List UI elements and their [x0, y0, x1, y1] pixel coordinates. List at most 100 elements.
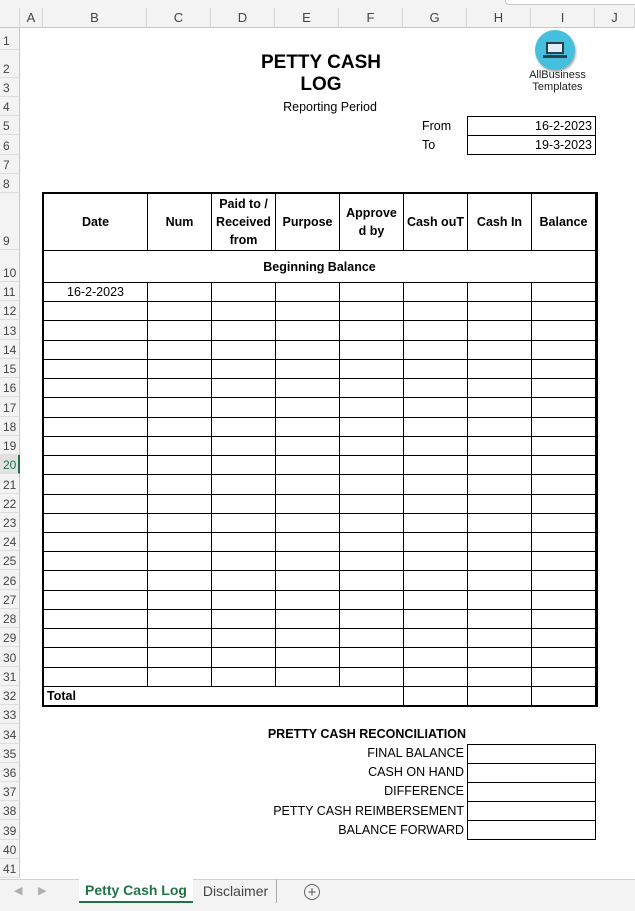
column-header-C[interactable]: C [147, 8, 211, 28]
table-cell[interactable] [275, 493, 340, 514]
table-cell[interactable] [531, 608, 596, 630]
table-cell[interactable] [147, 493, 212, 514]
table-cell[interactable] [147, 455, 212, 476]
table-cell[interactable] [211, 551, 276, 572]
table-cell[interactable] [275, 358, 340, 380]
table-cell[interactable] [339, 282, 404, 303]
table-cell[interactable]: 16-2-2023 [43, 282, 148, 303]
table-cell[interactable] [531, 455, 596, 476]
column-header-G[interactable]: G [403, 8, 467, 28]
scroll-right-icon[interactable]: ▶ [38, 884, 46, 897]
row-header-29[interactable]: 29 [0, 628, 20, 648]
table-cell[interactable] [531, 282, 596, 303]
row-header-31[interactable]: 31 [0, 666, 20, 686]
row-header-36[interactable]: 36 [0, 762, 20, 782]
table-cell[interactable] [211, 512, 276, 533]
column-header-J[interactable]: J [595, 8, 635, 28]
table-cell[interactable] [275, 589, 340, 610]
table-cell[interactable] [467, 608, 532, 630]
table-cell[interactable] [43, 493, 148, 514]
table-cell[interactable] [43, 435, 148, 457]
table-cell[interactable] [147, 282, 212, 303]
table-cell[interactable] [275, 474, 340, 495]
table-cell[interactable] [147, 301, 212, 322]
table-cell[interactable] [339, 435, 404, 457]
table-cell[interactable] [211, 608, 276, 630]
row-header-20[interactable]: 20 [0, 455, 20, 475]
table-cell[interactable] [403, 378, 468, 399]
table-cell[interactable] [211, 455, 276, 476]
table-cell[interactable] [275, 551, 340, 572]
table-cell[interactable] [467, 493, 532, 514]
table-cell[interactable] [339, 474, 404, 495]
table-cell[interactable] [403, 474, 468, 495]
row-header-28[interactable]: 28 [0, 608, 20, 629]
row-header-7[interactable]: 7 [0, 154, 20, 174]
table-cell[interactable] [467, 282, 532, 303]
table-cell[interactable] [147, 647, 212, 668]
table-cell[interactable] [43, 531, 148, 553]
row-header-2[interactable]: 2 [0, 50, 20, 78]
table-cell[interactable] [147, 339, 212, 360]
table-cell[interactable] [339, 416, 404, 437]
table-cell[interactable] [339, 358, 404, 380]
table-cell[interactable] [43, 397, 148, 418]
table-cell[interactable] [403, 628, 468, 649]
table-cell[interactable] [531, 339, 596, 360]
row-header-33[interactable]: 33 [0, 705, 20, 725]
table-cell[interactable] [147, 666, 212, 687]
table-cell[interactable] [275, 647, 340, 668]
table-cell[interactable] [339, 589, 404, 610]
table-cell[interactable] [531, 570, 596, 591]
table-cell[interactable] [211, 531, 276, 553]
table-cell[interactable] [211, 320, 276, 341]
table-cell[interactable] [467, 589, 532, 610]
table-cell[interactable] [147, 531, 212, 553]
row-header-8[interactable]: 8 [0, 173, 20, 193]
table-cell[interactable] [531, 378, 596, 399]
table-cell[interactable] [403, 531, 468, 553]
table-cell[interactable] [531, 666, 596, 687]
table-cell[interactable] [467, 647, 532, 668]
table-cell[interactable] [403, 551, 468, 572]
table-cell[interactable] [403, 589, 468, 610]
row-header-23[interactable]: 23 [0, 512, 20, 532]
row-header-30[interactable]: 30 [0, 647, 20, 667]
table-cell[interactable] [275, 397, 340, 418]
table-cell[interactable] [403, 320, 468, 341]
table-cell[interactable] [531, 301, 596, 322]
row-header-34[interactable]: 34 [0, 724, 20, 744]
column-header-B[interactable]: B [43, 8, 147, 28]
row-header-41[interactable]: 41 [0, 858, 20, 879]
table-cell[interactable] [275, 666, 340, 687]
table-cell[interactable] [531, 647, 596, 668]
table-cell[interactable] [339, 551, 404, 572]
table-cell[interactable] [403, 282, 468, 303]
table-cell[interactable] [531, 589, 596, 610]
table-cell[interactable] [147, 435, 212, 457]
table-cell[interactable] [147, 358, 212, 380]
table-cell[interactable] [403, 512, 468, 533]
table-cell[interactable] [339, 339, 404, 360]
table-cell[interactable] [43, 455, 148, 476]
table-cell[interactable] [275, 531, 340, 553]
table-cell[interactable] [467, 435, 532, 457]
table-cell[interactable] [211, 416, 276, 437]
table-cell[interactable] [43, 647, 148, 668]
table-cell[interactable] [531, 320, 596, 341]
table-cell[interactable] [147, 551, 212, 572]
table-cell[interactable] [275, 570, 340, 591]
row-header-37[interactable]: 37 [0, 781, 20, 802]
table-cell[interactable] [467, 397, 532, 418]
table-cell[interactable] [339, 301, 404, 322]
row-header-39[interactable]: 39 [0, 820, 20, 840]
table-cell[interactable] [531, 435, 596, 457]
table-cell[interactable] [211, 589, 276, 610]
table-cell[interactable] [467, 455, 532, 476]
table-cell[interactable] [43, 378, 148, 399]
table-cell[interactable] [339, 647, 404, 668]
table-cell[interactable] [275, 608, 340, 630]
table-cell[interactable] [43, 512, 148, 533]
table-cell[interactable] [531, 397, 596, 418]
table-cell[interactable] [275, 301, 340, 322]
